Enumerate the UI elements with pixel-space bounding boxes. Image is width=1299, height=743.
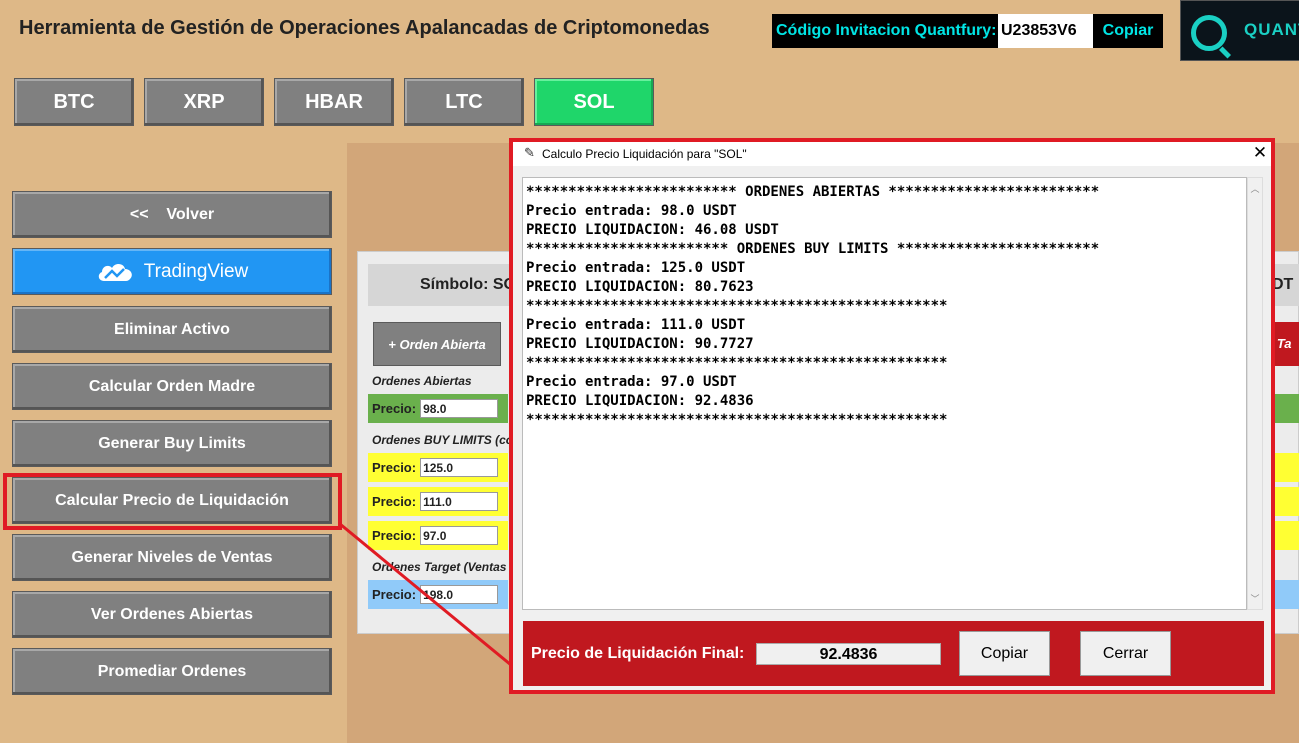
logo-text: QUANT xyxy=(1244,20,1299,39)
tab-hbar[interactable]: HBAR xyxy=(274,78,394,126)
open-order-row: Precio: 98.0 xyxy=(368,394,508,423)
generate-sell-levels-button[interactable]: Generar Niveles de Ventas xyxy=(12,534,332,581)
buy-limit-row-edge xyxy=(1275,521,1299,550)
open-order-row-edge xyxy=(1275,394,1299,423)
buy-limit-row: Precio: 125.0 xyxy=(368,453,508,482)
buy-limit-row: Precio: 111.0 xyxy=(368,487,508,516)
back-button[interactable]: << Volver xyxy=(12,191,332,238)
calc-mother-order-button[interactable]: Calcular Orden Madre xyxy=(12,363,332,410)
buy-limit-price-input[interactable]: 125.0 xyxy=(420,458,499,477)
tradingview-cloud-icon xyxy=(98,263,132,281)
price-label: Precio: xyxy=(372,460,417,475)
buy-limit-price-input[interactable]: 97.0 xyxy=(420,526,499,545)
tab-btc[interactable]: BTC xyxy=(14,78,134,126)
open-orders-label: Ordenes Abiertas xyxy=(372,374,472,388)
average-orders-button[interactable]: Promediar Ordenes xyxy=(12,648,332,695)
add-open-order-button[interactable]: + Orden Abierta xyxy=(373,322,501,366)
target-order-row: Precio: 198.0 xyxy=(368,580,508,609)
buy-limit-row-edge xyxy=(1275,487,1299,516)
buy-limit-row: Precio: 97.0 xyxy=(368,521,508,550)
price-label: Precio: xyxy=(372,494,417,509)
tradingview-label: TradingView xyxy=(143,260,249,282)
target-orders-label: Ordenes Target (Ventas xyxy=(372,560,507,574)
dialog-highlight-frame xyxy=(509,138,1275,694)
copy-invite-button[interactable]: Copiar xyxy=(1093,14,1163,48)
symbol-label: Símbolo: SO xyxy=(420,276,516,293)
open-order-price-input[interactable]: 98.0 xyxy=(420,399,499,418)
target-price-input[interactable]: 198.0 xyxy=(420,585,499,604)
usdt-label-tail: DT xyxy=(1272,276,1294,293)
quantfury-logo[interactable]: QUANT xyxy=(1180,0,1299,61)
tradingview-button[interactable]: TradingView xyxy=(12,248,332,295)
price-label: Precio: xyxy=(372,401,417,416)
price-label: Precio: xyxy=(372,587,417,602)
buy-limit-row-edge xyxy=(1275,453,1299,482)
tab-sol[interactable]: SOL xyxy=(534,78,654,126)
highlight-box xyxy=(3,473,342,530)
buy-limit-price-input[interactable]: 111.0 xyxy=(420,492,499,511)
delete-asset-button[interactable]: Eliminar Activo xyxy=(12,306,332,353)
invite-code-value: U23853V6 xyxy=(998,14,1093,48)
quantfury-q-icon xyxy=(1191,15,1227,51)
price-label: Precio: xyxy=(372,528,417,543)
tab-xrp[interactable]: XRP xyxy=(144,78,264,126)
buy-limits-label: Ordenes BUY LIMITS (co xyxy=(372,433,514,447)
app-title: Herramienta de Gestión de Operaciones Ap… xyxy=(19,17,710,39)
tab-ltc[interactable]: LTC xyxy=(404,78,524,126)
view-open-orders-button[interactable]: Ver Ordenes Abiertas xyxy=(12,591,332,638)
generate-buy-limits-button[interactable]: Generar Buy Limits xyxy=(12,420,332,467)
invite-code-label: Código Invitacion Quantfury: xyxy=(772,14,998,48)
target-order-row-edge xyxy=(1275,580,1299,609)
